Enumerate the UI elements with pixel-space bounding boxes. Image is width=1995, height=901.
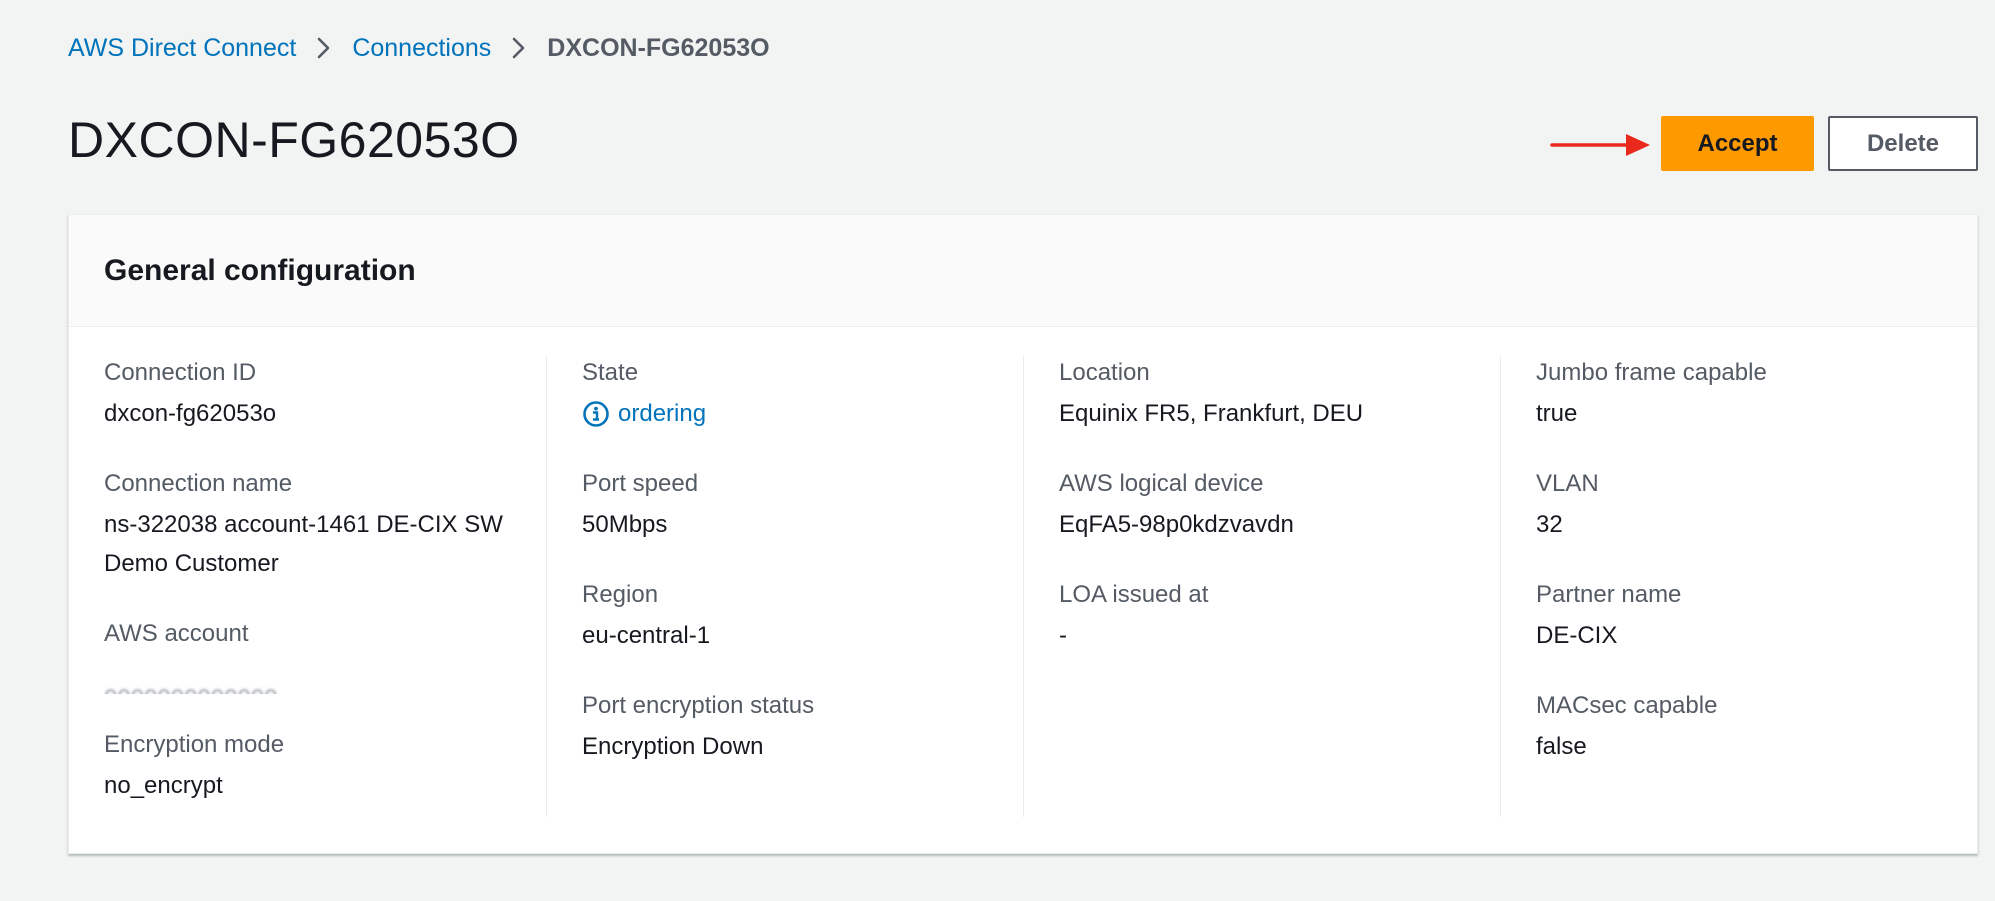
redacted-value: 0000000000000 — [104, 655, 526, 694]
state-status-link[interactable]: ordering — [582, 394, 1003, 433]
kv-label: Port speed — [582, 470, 699, 497]
kv-partner-name: Partner name DE-CIX — [1536, 577, 1957, 655]
kv-value: no_encrypt — [104, 772, 223, 799]
kv-label: Jumbo frame capable — [1536, 359, 1767, 386]
kv-loa-issued-at: LOA issued at - — [1059, 577, 1480, 655]
info-icon — [582, 400, 610, 428]
kv-connection-id: Connection ID dxcon-fg62053o — [104, 355, 526, 433]
details-column-4: Jumbo frame capable true VLAN 32 Partner… — [1500, 355, 1977, 817]
kv-label: Location — [1059, 359, 1150, 386]
details-column-2: State ordering Port speed 50Mbps Region … — [546, 355, 1023, 817]
kv-vlan: VLAN 32 — [1536, 466, 1957, 544]
page-title: DXCON-FG62053O — [68, 112, 520, 168]
kv-label: Region — [582, 581, 659, 608]
kv-value: 50Mbps — [582, 511, 668, 538]
state-value: ordering — [618, 400, 707, 427]
kv-port-encryption-status: Port encryption status Encryption Down — [582, 688, 1003, 766]
kv-encryption-mode: Encryption mode no_encrypt — [104, 727, 526, 805]
kv-label: Connection ID — [104, 359, 257, 386]
kv-value: dxcon-fg62053o — [104, 400, 277, 427]
kv-label: AWS account — [104, 620, 249, 647]
breadcrumb-current: DXCON-FG62053O — [547, 33, 770, 62]
details-columns: Connection ID dxcon-fg62053o Connection … — [69, 355, 1977, 817]
kv-label: Encryption mode — [104, 731, 285, 758]
chevron-right-icon — [296, 30, 352, 66]
kv-value: DE-CIX — [1536, 622, 1618, 649]
kv-value: ns-322038 account-1461 DE-CIX SW Demo Cu… — [104, 511, 503, 577]
kv-state: State ordering — [582, 355, 1003, 433]
kv-region: Region eu-central-1 — [582, 577, 1003, 655]
page: AWS Direct Connect Connections DXCON-FG6… — [0, 0, 1995, 901]
kv-label: MACsec capable — [1536, 692, 1718, 719]
kv-value: true — [1536, 400, 1578, 427]
kv-label: Port encryption status — [582, 692, 815, 719]
kv-value: eu-central-1 — [582, 622, 711, 649]
kv-jumbo-frame-capable: Jumbo frame capable true — [1536, 355, 1957, 433]
kv-value: 32 — [1536, 511, 1563, 538]
breadcrumb: AWS Direct Connect Connections DXCON-FG6… — [68, 30, 770, 66]
delete-button[interactable]: Delete — [1828, 116, 1978, 171]
chevron-right-icon — [491, 30, 547, 66]
kv-value: Equinix FR5, Frankfurt, DEU — [1059, 400, 1364, 427]
kv-aws-logical-device: AWS logical device EqFA5-98p0kdzvavdn — [1059, 466, 1480, 544]
kv-aws-account: AWS account 0000000000000 — [104, 616, 526, 694]
kv-macsec-capable: MACsec capable false — [1536, 688, 1957, 766]
details-column-1: Connection ID dxcon-fg62053o Connection … — [69, 355, 546, 817]
details-column-3: Location Equinix FR5, Frankfurt, DEU AWS… — [1023, 355, 1500, 817]
panel-header: General configuration — [69, 215, 1977, 327]
kv-label: VLAN — [1536, 470, 1599, 497]
kv-label: Connection name — [104, 470, 293, 497]
arrow-right-icon — [1548, 128, 1652, 167]
kv-location: Location Equinix FR5, Frankfurt, DEU — [1059, 355, 1480, 433]
kv-label: AWS logical device — [1059, 470, 1264, 497]
kv-value: false — [1536, 733, 1587, 760]
kv-label: State — [582, 359, 639, 386]
breadcrumb-link-direct-connect[interactable]: AWS Direct Connect — [68, 34, 296, 63]
general-configuration-panel: General configuration Connection ID dxco… — [68, 214, 1978, 854]
panel-title: General configuration — [104, 253, 416, 287]
kv-connection-name: Connection name ns-322038 account-1461 D… — [104, 466, 526, 583]
kv-value: Encryption Down — [582, 733, 764, 760]
breadcrumb-link-connections[interactable]: Connections — [352, 34, 491, 63]
kv-label: Partner name — [1536, 581, 1682, 608]
kv-value: EqFA5-98p0kdzvavdn — [1059, 511, 1294, 538]
accept-button[interactable]: Accept — [1661, 116, 1814, 171]
kv-value: - — [1059, 622, 1067, 649]
kv-port-speed: Port speed 50Mbps — [582, 466, 1003, 544]
kv-label: LOA issued at — [1059, 581, 1209, 608]
